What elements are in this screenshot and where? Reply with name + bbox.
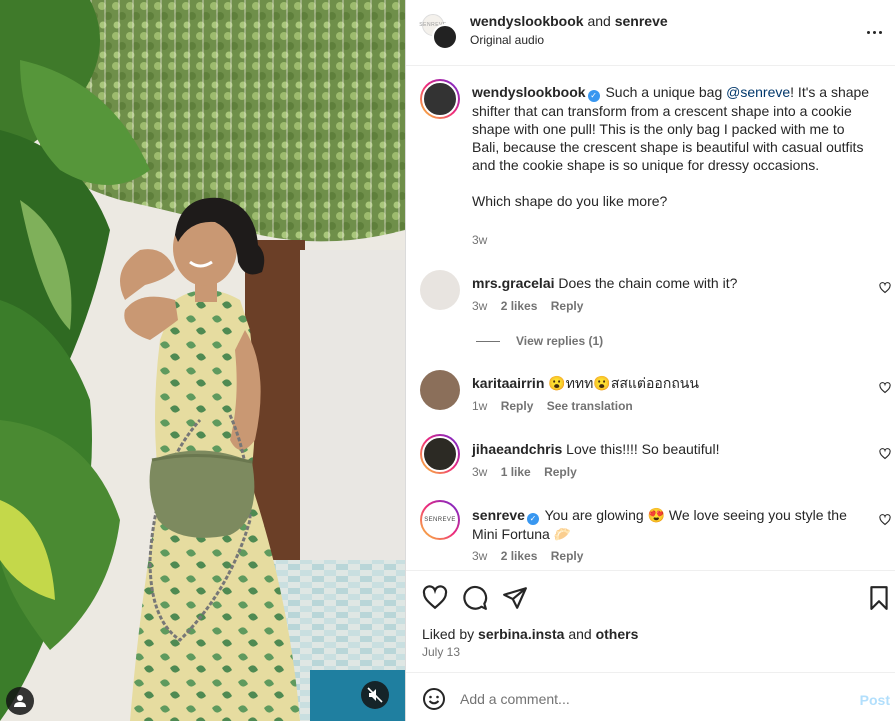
- like-comment-heart-icon[interactable]: [879, 514, 891, 526]
- reply-button[interactable]: Reply: [544, 465, 577, 479]
- divider-line: [476, 340, 500, 342]
- comment-username[interactable]: mrs.gracelai: [472, 275, 555, 291]
- comment-body: 😮ททท😮สสแต่ออกถนน: [548, 375, 699, 391]
- post-panel: SENREVE wendyslookbook and senreve Origi…: [405, 0, 895, 721]
- post-photo: [0, 0, 405, 721]
- more-options-button[interactable]: [862, 20, 886, 44]
- comment-avatar[interactable]: [420, 370, 460, 410]
- comment-meta: 3w 2 likes Reply: [472, 299, 593, 313]
- comment-username[interactable]: senreve: [472, 507, 525, 523]
- post-actions: Liked by serbina.insta and others July 1…: [406, 570, 895, 672]
- post-authors: wendyslookbook and senreve: [470, 13, 668, 29]
- person-icon: [14, 695, 26, 707]
- comment-meta: 1w Reply See translation: [472, 399, 643, 413]
- reply-button[interactable]: Reply: [551, 549, 584, 563]
- caption-text: wendyslookbook ✓ Such a unique bag @senre…: [472, 83, 872, 210]
- comment-input[interactable]: [460, 685, 840, 713]
- liked-by: Liked by serbina.insta and others: [422, 626, 638, 642]
- likes-count[interactable]: 2 likes: [501, 549, 538, 563]
- share-paper-plane-icon[interactable]: [502, 585, 528, 611]
- view-replies-button[interactable]: View replies (1): [476, 334, 603, 348]
- reply-button[interactable]: Reply: [551, 299, 584, 313]
- view-replies-label: View replies (1): [516, 334, 604, 348]
- comment-bubble-icon[interactable]: [462, 585, 488, 611]
- time-text[interactable]: 3w: [472, 299, 487, 313]
- like-comment-heart-icon[interactable]: [879, 282, 891, 294]
- caption-mention[interactable]: @senreve: [726, 84, 790, 100]
- comment-body: Love this!!!! So beautiful!: [566, 441, 720, 457]
- liked-by-joiner: and: [568, 626, 592, 642]
- liked-by-user-link[interactable]: serbina.insta: [478, 626, 564, 642]
- tagged-users-button[interactable]: [6, 687, 34, 715]
- more-dot-icon: [872, 30, 876, 34]
- comment-body: You are glowing 😍 We love seeing you sty…: [472, 507, 847, 542]
- post-date[interactable]: July 13: [422, 645, 460, 659]
- author-link-1[interactable]: wendyslookbook: [470, 13, 584, 29]
- liked-by-label: Liked by: [422, 626, 475, 642]
- caption-avatar[interactable]: [420, 79, 460, 119]
- comment-body: Does the chain come with it?: [558, 275, 738, 291]
- time-text[interactable]: 3w: [472, 549, 487, 563]
- caption-question: Which shape do you like more?: [472, 193, 668, 209]
- speaker-muted-icon: [367, 687, 383, 703]
- caption-text-1: Such a unique bag: [605, 84, 723, 100]
- audio-link[interactable]: Original audio: [470, 33, 544, 47]
- comment-text: karitaairrin 😮ททท😮สสแต่ออกถนน: [472, 374, 872, 392]
- author-link-2[interactable]: senreve: [615, 13, 668, 29]
- comment-text: mrs.gracelai Does the chain come with it…: [472, 274, 872, 292]
- senreve-logo: SENREVE: [422, 502, 458, 538]
- comment-username[interactable]: karitaairrin: [472, 375, 544, 391]
- more-dot-icon: [878, 30, 882, 34]
- likes-count[interactable]: 1 like: [501, 465, 531, 479]
- likes-count[interactable]: 2 likes: [501, 299, 538, 313]
- collab-avatars[interactable]: SENREVE: [419, 14, 458, 50]
- comment-avatar[interactable]: [420, 434, 460, 474]
- comments-scroll[interactable]: wendyslookbook ✓ Such a unique bag @senre…: [406, 67, 895, 570]
- see-translation-button[interactable]: See translation: [547, 399, 633, 413]
- verified-badge-icon: ✓: [526, 513, 539, 525]
- like-comment-heart-icon[interactable]: [879, 382, 891, 394]
- time-text[interactable]: 3w: [472, 233, 487, 247]
- comment-text: senreve ✓ You are glowing 😍 We love seein…: [472, 506, 862, 543]
- emoji-smiley-icon[interactable]: [422, 687, 446, 711]
- comment-text: jihaeandchris Love this!!!! So beautiful…: [472, 440, 872, 458]
- post-button[interactable]: Post: [860, 692, 890, 708]
- comment-username[interactable]: jihaeandchris: [472, 441, 562, 457]
- reply-button[interactable]: Reply: [501, 399, 534, 413]
- post-media[interactable]: [0, 0, 405, 721]
- wendy-avatar: [432, 24, 458, 50]
- comment-meta: 3w 1 like Reply: [472, 465, 587, 479]
- liked-by-others-link[interactable]: others: [596, 626, 639, 642]
- comment-meta: 3w 2 likes Reply: [472, 549, 593, 563]
- like-heart-icon[interactable]: [422, 585, 448, 611]
- time-text[interactable]: 1w: [472, 399, 487, 413]
- comment-avatar[interactable]: [420, 270, 460, 310]
- more-dot-icon: [866, 30, 870, 34]
- caption-time: 3w: [472, 233, 497, 247]
- post-header: SENREVE wendyslookbook and senreve Origi…: [406, 0, 895, 66]
- comment-avatar[interactable]: SENREVE: [420, 500, 460, 540]
- save-bookmark-icon[interactable]: [866, 585, 892, 611]
- mute-button[interactable]: [361, 681, 389, 709]
- caption-username[interactable]: wendyslookbook: [472, 84, 586, 100]
- time-text[interactable]: 3w: [472, 465, 487, 479]
- verified-badge-icon: ✓: [587, 90, 600, 102]
- comment-composer: Post: [406, 672, 895, 721]
- like-comment-heart-icon[interactable]: [879, 448, 891, 460]
- authors-joiner: and: [587, 13, 611, 29]
